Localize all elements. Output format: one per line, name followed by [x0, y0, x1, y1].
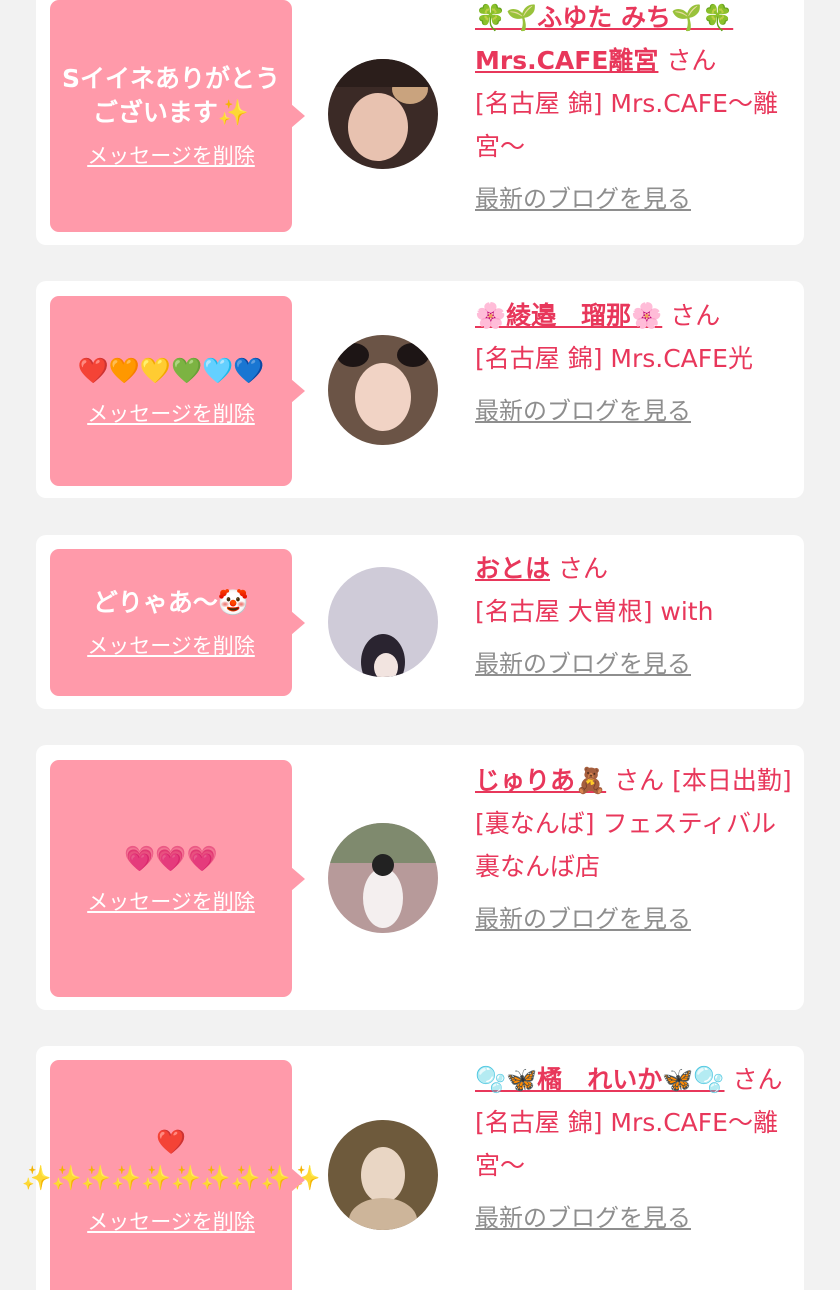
- shop-area: [名古屋 錦] Mrs.CAFE〜離宮〜: [475, 89, 778, 161]
- delete-message-link[interactable]: メッセージを削除: [87, 630, 255, 660]
- message-text: ❤️🧡💛💚🩵💙: [77, 356, 265, 385]
- latest-blog-link[interactable]: 最新のブログを見る: [475, 1197, 691, 1240]
- message-bubble: 💗💗💗 メッセージを削除: [50, 760, 305, 997]
- avatar[interactable]: [328, 1120, 438, 1230]
- honorific: さん: [732, 1065, 783, 1094]
- message-text: ❤️ ✨✨✨✨✨✨✨✨✨✨: [21, 1128, 321, 1192]
- avatar[interactable]: [328, 567, 438, 677]
- latest-blog-link[interactable]: 最新のブログを見る: [475, 178, 691, 221]
- honorific: さん: [614, 766, 665, 795]
- message-card: 💗💗💗 メッセージを削除 じゅりあ🧸 さん [本日出勤] [裏なんば] フェステ…: [36, 745, 804, 1010]
- honorific: さん: [670, 301, 721, 330]
- message-bubble: ❤️🧡💛💚🩵💙 メッセージを削除: [50, 296, 305, 486]
- message-bubble: ❤️ ✨✨✨✨✨✨✨✨✨✨ メッセージを削除: [22, 1060, 320, 1290]
- cast-info: 🍀🌱ふゆた みち🌱🍀 Mrs.CAFE離宮 さん [名古屋 錦] Mrs.CAF…: [475, 0, 795, 221]
- message-text: どりゃあ〜🤡: [92, 587, 250, 617]
- delete-message-link[interactable]: メッセージを削除: [87, 886, 255, 916]
- message-card: ❤️🧡💛💚🩵💙 メッセージを削除 🌸綾邉 瑠那🌸 さん [名古屋 錦] Mrs.…: [36, 281, 804, 498]
- latest-blog-link[interactable]: 最新のブログを見る: [475, 643, 691, 686]
- avatar[interactable]: [328, 335, 438, 445]
- latest-blog-link[interactable]: 最新のブログを見る: [475, 898, 691, 941]
- message-card: Sイイネありがとうございます✨ メッセージを削除 🍀🌱ふゆた みち🌱🍀 Mrs.…: [36, 0, 804, 245]
- avatar[interactable]: [328, 823, 438, 933]
- avatar-image: [328, 1120, 438, 1230]
- honorific: さん: [557, 554, 608, 583]
- message-text: Sイイネありがとうございます✨: [62, 64, 281, 127]
- shop-area: [名古屋 錦] Mrs.CAFE〜離宮〜: [475, 1108, 778, 1180]
- cast-name-link[interactable]: じゅりあ🧸: [475, 766, 606, 795]
- message-card: どりゃあ〜🤡 メッセージを削除 おとは さん [名古屋 大曽根] with 最新…: [36, 535, 804, 709]
- cast-info: 🫧🦋橘 れいか🦋🫧 さん [名古屋 錦] Mrs.CAFE〜離宮〜 最新のブログ…: [475, 1058, 795, 1240]
- cast-info: じゅりあ🧸 さん [本日出勤] [裏なんば] フェスティバル 裏なんば店 最新の…: [475, 759, 795, 941]
- avatar-image: [328, 567, 438, 677]
- cast-info: 🌸綾邉 瑠那🌸 さん [名古屋 錦] Mrs.CAFE光 最新のブログを見る: [475, 294, 795, 433]
- message-list: Sイイネありがとうございます✨ メッセージを削除 🍀🌱ふゆた みち🌱🍀 Mrs.…: [0, 0, 840, 1290]
- avatar[interactable]: [328, 59, 438, 169]
- honorific: さん: [666, 46, 717, 75]
- shop-area: [名古屋 錦] Mrs.CAFE光: [475, 344, 753, 373]
- cast-info: おとは さん [名古屋 大曽根] with 最新のブログを見る: [475, 547, 795, 686]
- latest-blog-link[interactable]: 最新のブログを見る: [475, 390, 691, 433]
- message-text: 💗💗💗: [124, 843, 218, 873]
- shop-area: [名古屋 大曽根] with: [475, 597, 714, 626]
- status-badge: [本日出勤]: [672, 766, 792, 795]
- delete-message-link[interactable]: メッセージを削除: [87, 1206, 255, 1236]
- avatar-image: [328, 59, 438, 169]
- avatar-image: [328, 335, 438, 445]
- delete-message-link[interactable]: メッセージを削除: [87, 140, 255, 170]
- cast-name-link[interactable]: おとは: [475, 554, 550, 583]
- shop-area: [裏なんば] フェスティバル 裏なんば店: [475, 809, 776, 881]
- message-bubble: Sイイネありがとうございます✨ メッセージを削除: [50, 0, 305, 232]
- cast-name-link[interactable]: 🫧🦋橘 れいか🦋🫧: [475, 1065, 725, 1094]
- avatar-image: [328, 823, 438, 933]
- delete-message-link[interactable]: メッセージを削除: [87, 398, 255, 428]
- message-card: ❤️ ✨✨✨✨✨✨✨✨✨✨ メッセージを削除 🫧🦋橘 れいか🦋🫧 さん [名古屋…: [22, 1046, 804, 1290]
- cast-name-link[interactable]: 🌸綾邉 瑠那🌸: [475, 301, 662, 330]
- message-bubble: どりゃあ〜🤡 メッセージを削除: [50, 549, 305, 696]
